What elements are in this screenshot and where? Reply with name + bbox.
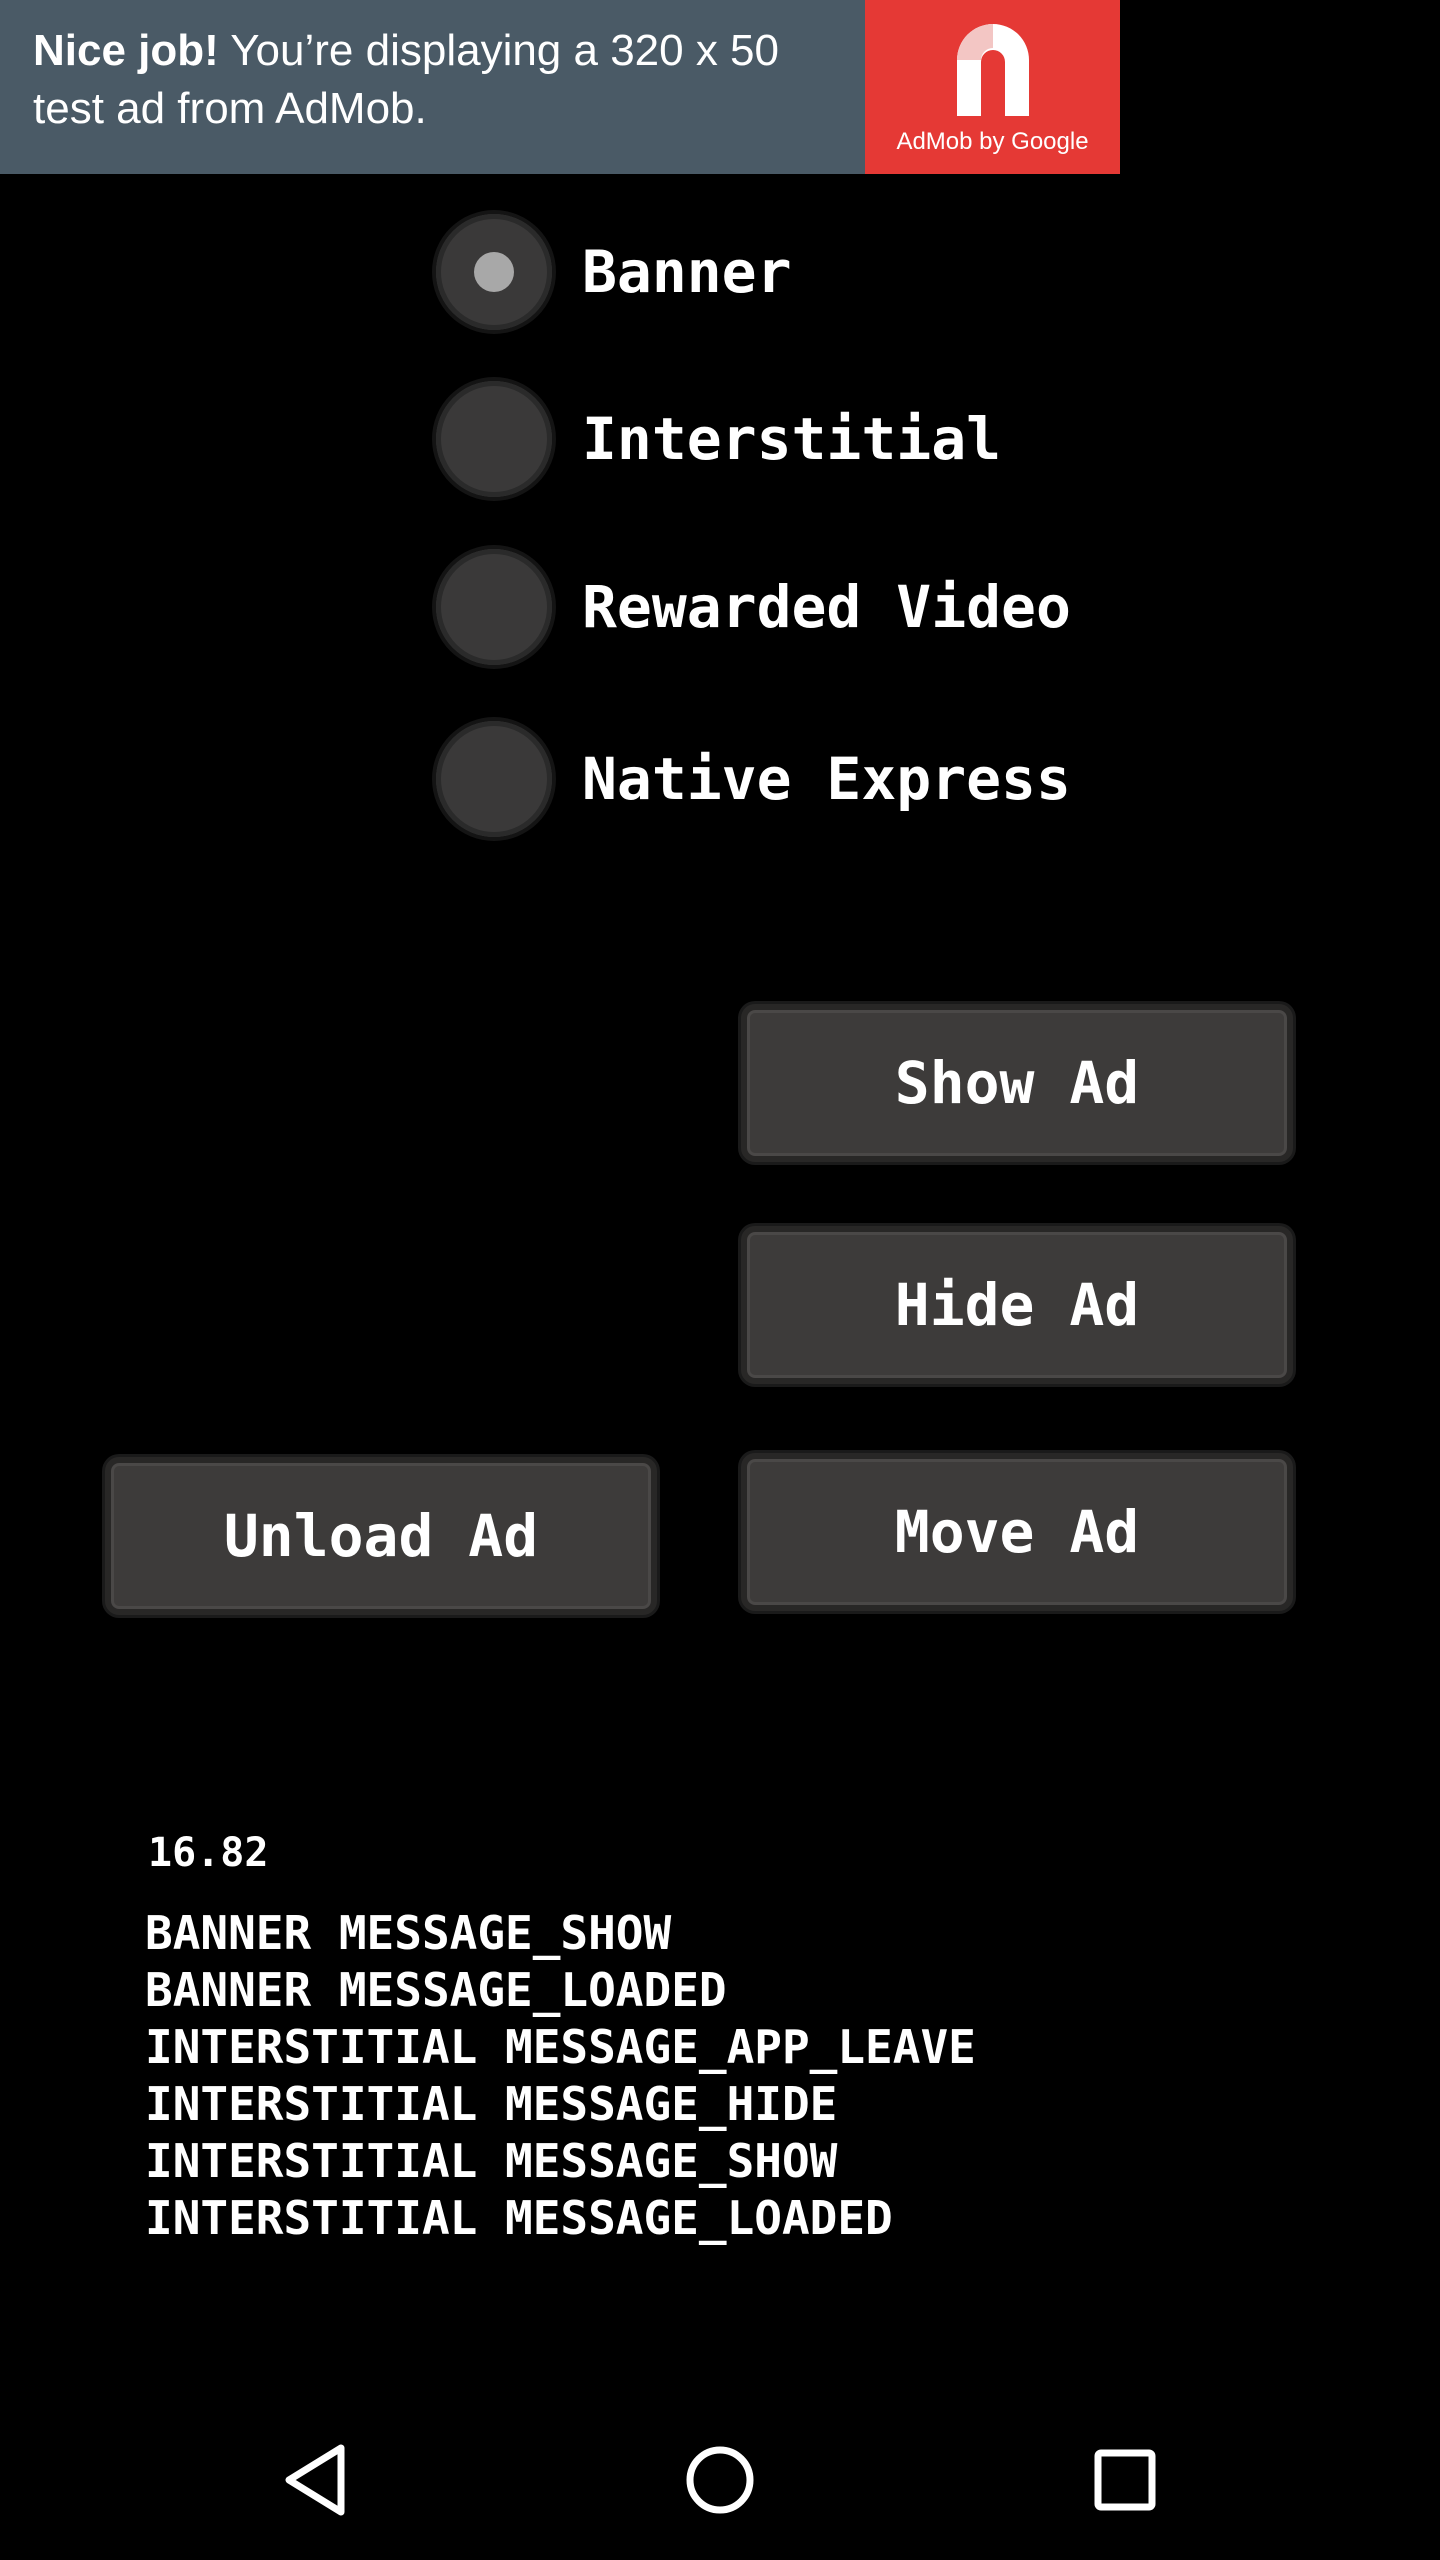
radio-label-rewarded-video: Rewarded Video	[582, 573, 1071, 641]
admob-logo[interactable]: AdMob by Google	[865, 0, 1120, 174]
log-line: BANNER MESSAGE_SHOW	[145, 1906, 672, 1960]
log-line: BANNER MESSAGE_LOADED	[145, 1963, 727, 2017]
ad-text[interactable]: Nice job! You’re displaying a 320 x 50 t…	[0, 0, 865, 174]
recents-square-icon	[1094, 2449, 1156, 2511]
radio-option-rewarded-video[interactable]: Rewarded Video	[436, 546, 1071, 668]
version-label: 16.82	[148, 1830, 269, 1876]
ad-line-1: You’re displaying a 320 x 50	[218, 26, 780, 75]
event-log: BANNER MESSAGE_SHOW BANNER MESSAGE_LOADE…	[145, 1905, 976, 2247]
admob-logo-icon	[957, 24, 1029, 116]
back-triangle-icon	[285, 2444, 345, 2516]
admob-caption: AdMob by Google	[896, 128, 1089, 155]
radio-option-interstitial[interactable]: Interstitial	[436, 378, 1001, 500]
unload-ad-button[interactable]: Unload Ad	[105, 1457, 657, 1615]
radio-label-banner: Banner	[582, 238, 792, 306]
ad-headline: Nice job!	[33, 26, 219, 75]
radio-button-interstitial[interactable]	[436, 381, 552, 497]
radio-button-native-express[interactable]	[436, 721, 552, 837]
show-ad-button[interactable]: Show Ad	[741, 1004, 1293, 1162]
radio-option-native-express[interactable]: Native Express	[436, 718, 1071, 840]
home-circle-icon	[686, 2446, 754, 2514]
log-line: INTERSTITIAL MESSAGE_APP_LEAVE	[145, 2020, 976, 2074]
recents-button[interactable]	[1045, 2400, 1205, 2560]
ad-banner[interactable]: Nice job! You’re displaying a 320 x 50 t…	[0, 0, 1120, 174]
log-line: INTERSTITIAL MESSAGE_SHOW	[145, 2134, 838, 2188]
radio-label-interstitial: Interstitial	[582, 405, 1002, 473]
radio-button-rewarded-video[interactable]	[436, 549, 552, 665]
radio-button-banner[interactable]	[436, 214, 552, 330]
radio-label-native-express: Native Express	[582, 745, 1071, 813]
hide-ad-button[interactable]: Hide Ad	[741, 1226, 1293, 1384]
navigation-bar	[0, 2400, 1440, 2560]
log-line: INTERSTITIAL MESSAGE_HIDE	[145, 2077, 838, 2131]
move-ad-button[interactable]: Move Ad	[741, 1453, 1293, 1611]
back-button[interactable]	[236, 2400, 396, 2560]
ad-line-2: test ad from AdMob.	[33, 84, 427, 133]
app-screen: Nice job! You’re displaying a 320 x 50 t…	[0, 0, 1440, 2560]
home-button[interactable]	[640, 2400, 800, 2560]
radio-option-banner[interactable]: Banner	[436, 211, 792, 333]
log-line: INTERSTITIAL MESSAGE_LOADED	[145, 2191, 893, 2245]
